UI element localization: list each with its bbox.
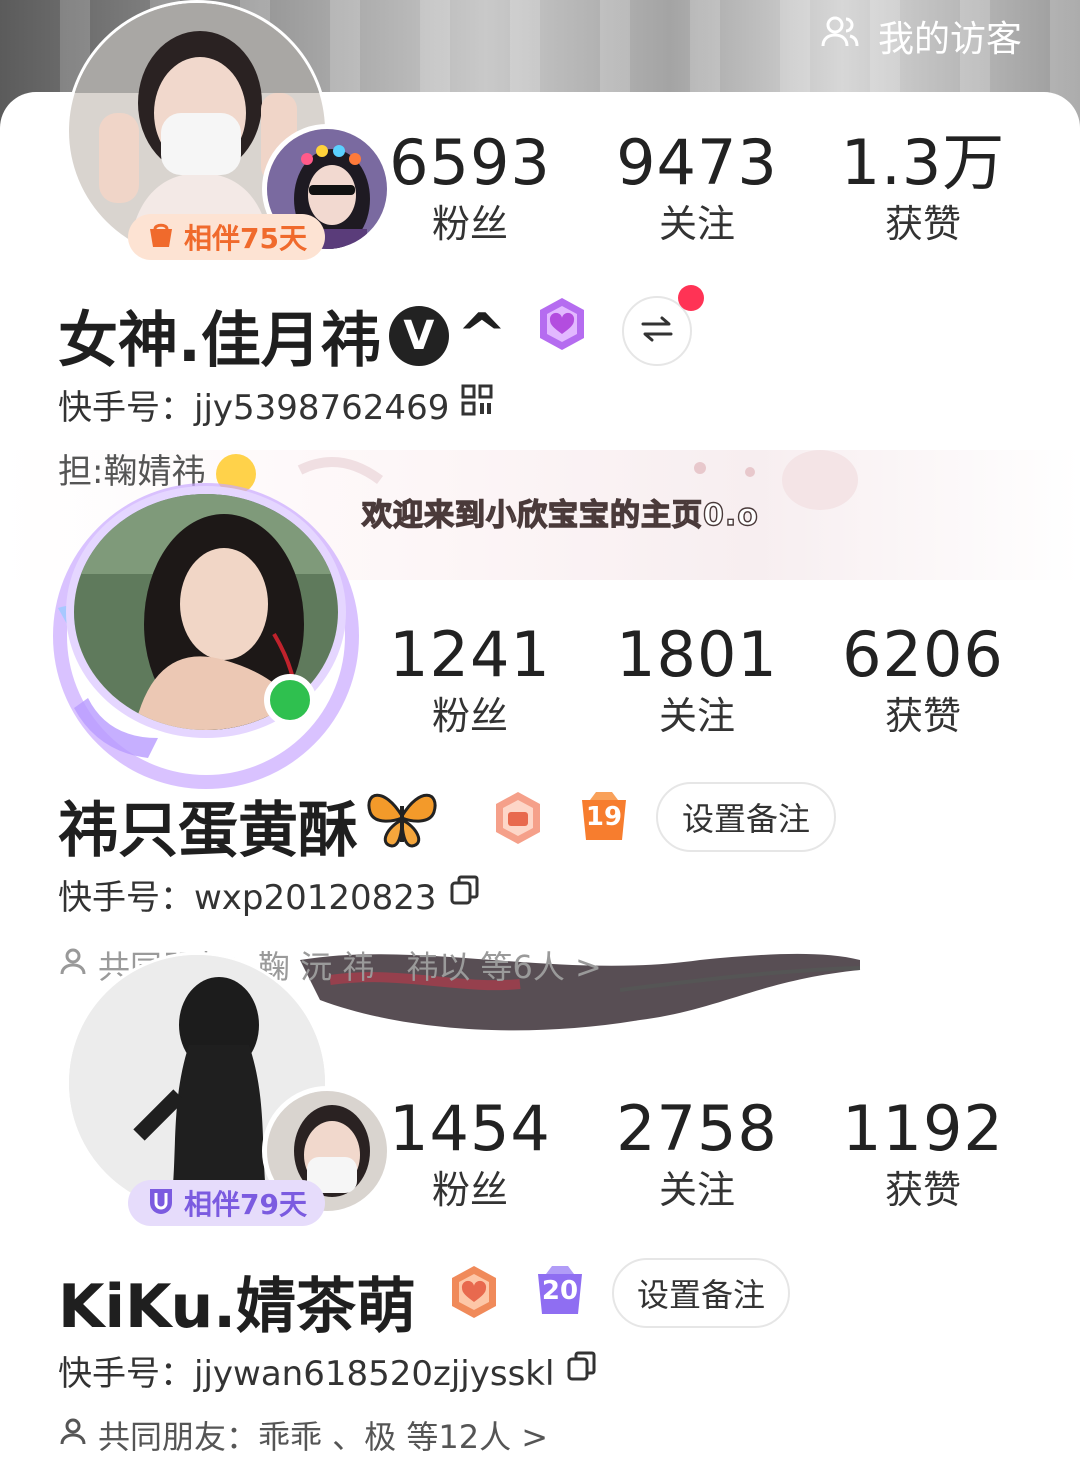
kuaishou-id[interactable]: 快手号：wxp20120823 [58, 870, 481, 919]
my-visitors-button[interactable]: 我的访客 [820, 10, 1022, 62]
set-remark-button[interactable]: 设置备注 [612, 1258, 790, 1328]
person-icon [58, 946, 88, 984]
stat-label: 获赞 [884, 1168, 961, 1212]
kuaishou-id[interactable]: 快手号：jjywan618520zjjysskl [58, 1346, 598, 1395]
profile-name: 女神.佳月祎 V ^ [58, 292, 507, 379]
badge-shield-icon [146, 1185, 176, 1222]
fan-group-badge-icon[interactable] [446, 1264, 502, 1320]
kuaishou-id-text: 快手号：wxp20120823 [58, 878, 437, 918]
welcome-text: 欢迎来到小欣宝宝的主页0.o [361, 497, 759, 533]
gift-icon [146, 219, 176, 256]
stat-following[interactable]: 1801 关注 [582, 620, 812, 740]
copy-icon[interactable] [449, 874, 481, 915]
stat-value: 9473 [616, 126, 778, 199]
profile-name-text: 女神.佳月祎 [58, 306, 381, 376]
stat-fans[interactable]: 1241 粉丝 [355, 620, 585, 740]
my-visitors-label: 我的访客 [877, 19, 1022, 60]
companion-days: 相伴79天 [184, 1188, 307, 1221]
mutual-friends-text: 共同朋友：乖乖 、极 等12人 > [98, 1418, 549, 1456]
notification-dot [678, 285, 704, 311]
stat-label: 获赞 [884, 202, 961, 246]
visitors-icon [820, 14, 860, 59]
profile-name: KiKu.婧茶萌 [58, 1258, 416, 1345]
set-remark-label: 设置备注 [681, 800, 810, 838]
fan-group-badge-icon[interactable] [490, 790, 546, 846]
companion-days: 相伴75天 [184, 222, 307, 255]
stat-label: 关注 [658, 1168, 735, 1212]
butterfly-icon [364, 786, 440, 865]
kuaishou-id-text: 快手号：jjywan618520zjjysskl [58, 1354, 555, 1394]
profile-name-text: 祎只蛋黄酥 [58, 796, 358, 866]
set-remark-label: 设置备注 [636, 1276, 765, 1314]
level-badge[interactable]: 19 [576, 790, 632, 846]
name-suffix: ^ [456, 300, 508, 371]
stat-label: 关注 [658, 202, 735, 246]
stat-label: 关注 [658, 694, 735, 738]
stat-value: 2758 [616, 1092, 778, 1165]
copy-icon[interactable] [566, 1350, 598, 1391]
verified-icon: V [388, 305, 449, 366]
companion-badge[interactable]: 相伴79天 [128, 1180, 325, 1226]
stat-likes[interactable]: 1.3万 获赞 [808, 128, 1038, 248]
mutual-friends[interactable]: 共同朋友：乖乖 、极 等12人 > [58, 1412, 548, 1458]
level-number: 19 [585, 802, 623, 832]
stat-value: 1801 [616, 618, 778, 691]
stat-label: 粉丝 [431, 694, 508, 738]
companion-badge[interactable]: 相伴75天 [128, 214, 325, 260]
stat-value: 1241 [389, 618, 551, 691]
stat-label: 获赞 [884, 694, 961, 738]
stat-likes[interactable]: 1192 获赞 [808, 1094, 1038, 1214]
set-remark-button[interactable]: 设置备注 [656, 782, 836, 852]
stat-value: 6206 [842, 618, 1004, 691]
heart-gem-badge-icon[interactable] [534, 296, 590, 352]
stat-value: 1192 [842, 1092, 1004, 1165]
level-number: 20 [541, 1276, 579, 1306]
profile-name-text: KiKu.婧茶萌 [58, 1272, 417, 1342]
stat-likes[interactable]: 6206 获赞 [808, 620, 1038, 740]
switch-icon [639, 314, 675, 348]
kuaishou-id[interactable]: 快手号：jjy5398762469 [58, 380, 493, 429]
stat-following[interactable]: 9473 关注 [582, 128, 812, 248]
qrcode-icon[interactable] [461, 384, 493, 425]
profile-name: 祎只蛋黄酥 [58, 782, 440, 869]
person-icon [58, 1416, 88, 1454]
stat-label: 粉丝 [431, 1168, 508, 1212]
online-status-dot [264, 674, 316, 726]
stat-label: 粉丝 [431, 202, 508, 246]
stat-following[interactable]: 2758 关注 [582, 1094, 812, 1214]
level-badge[interactable]: 20 [532, 1264, 588, 1320]
stat-value: 1.3万 [840, 126, 1006, 199]
kuaishou-id-text: 快手号：jjy5398762469 [58, 388, 450, 428]
